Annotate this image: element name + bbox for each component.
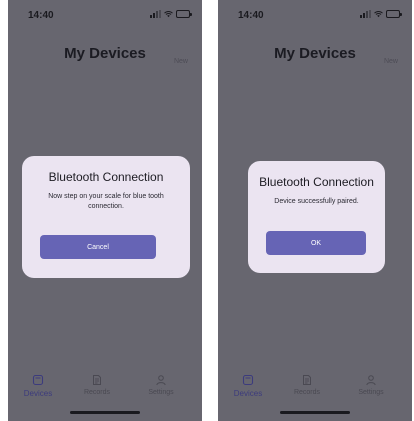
tab-label: Devices bbox=[233, 389, 263, 398]
status-icons bbox=[360, 10, 402, 18]
person-icon bbox=[156, 375, 166, 386]
tab-records[interactable]: Records bbox=[69, 374, 125, 396]
signal-icon bbox=[360, 10, 371, 18]
phone-screen-pairing: 14:40 My Devices New Bluetooth Connectio… bbox=[8, 0, 202, 421]
tab-label: Settings bbox=[148, 389, 174, 396]
tab-label: Records bbox=[293, 389, 321, 396]
new-device-button[interactable]: New bbox=[174, 58, 188, 65]
records-icon bbox=[303, 375, 311, 385]
dialog-message: Device successfully paired. bbox=[274, 198, 359, 205]
battery-icon bbox=[386, 10, 402, 18]
bluetooth-connection-dialog: Bluetooth Connection Now step on your sc… bbox=[22, 156, 190, 278]
status-bar: 14:40 bbox=[218, 0, 412, 30]
battery-icon bbox=[176, 10, 192, 18]
dialog-message: Now step on your scale for blue tooth co… bbox=[48, 193, 164, 210]
page-title: My Devices bbox=[274, 45, 356, 62]
tab-label: Devices bbox=[23, 389, 53, 398]
tab-bar: Devices Records Settings bbox=[8, 374, 202, 404]
records-icon bbox=[93, 375, 101, 385]
dialog-title: Bluetooth Connection bbox=[48, 170, 164, 184]
person-icon bbox=[366, 375, 376, 386]
tab-settings[interactable]: Settings bbox=[133, 374, 189, 396]
signal-icon bbox=[150, 10, 161, 18]
tab-label: Records bbox=[83, 389, 111, 396]
wifi-icon bbox=[374, 11, 383, 18]
status-bar: 14:40 bbox=[8, 0, 202, 30]
tab-devices[interactable]: Devices bbox=[10, 374, 66, 398]
page-title: My Devices bbox=[64, 45, 146, 62]
tab-bar: Devices Records Settings bbox=[218, 374, 412, 404]
wifi-icon bbox=[164, 11, 173, 18]
tab-records[interactable]: Records bbox=[279, 374, 335, 396]
bluetooth-connection-dialog: Bluetooth Connection Device successfully… bbox=[248, 161, 385, 273]
phone-screen-paired: 14:40 My Devices New Bluetooth Connectio… bbox=[218, 0, 412, 421]
ok-button[interactable]: OK bbox=[266, 231, 366, 255]
status-time: 14:40 bbox=[28, 10, 54, 21]
tab-settings[interactable]: Settings bbox=[343, 374, 399, 396]
cancel-button[interactable]: Cancel bbox=[40, 235, 156, 259]
status-icons bbox=[150, 10, 192, 18]
tab-devices[interactable]: Devices bbox=[220, 374, 276, 398]
device-icon bbox=[242, 374, 254, 386]
dialog-title: Bluetooth Connection bbox=[259, 175, 374, 189]
new-device-button[interactable]: New bbox=[384, 58, 398, 65]
home-indicator bbox=[70, 411, 140, 414]
status-time: 14:40 bbox=[238, 10, 264, 21]
home-indicator bbox=[280, 411, 350, 414]
tab-label: Settings bbox=[358, 389, 384, 396]
device-icon bbox=[32, 374, 44, 386]
